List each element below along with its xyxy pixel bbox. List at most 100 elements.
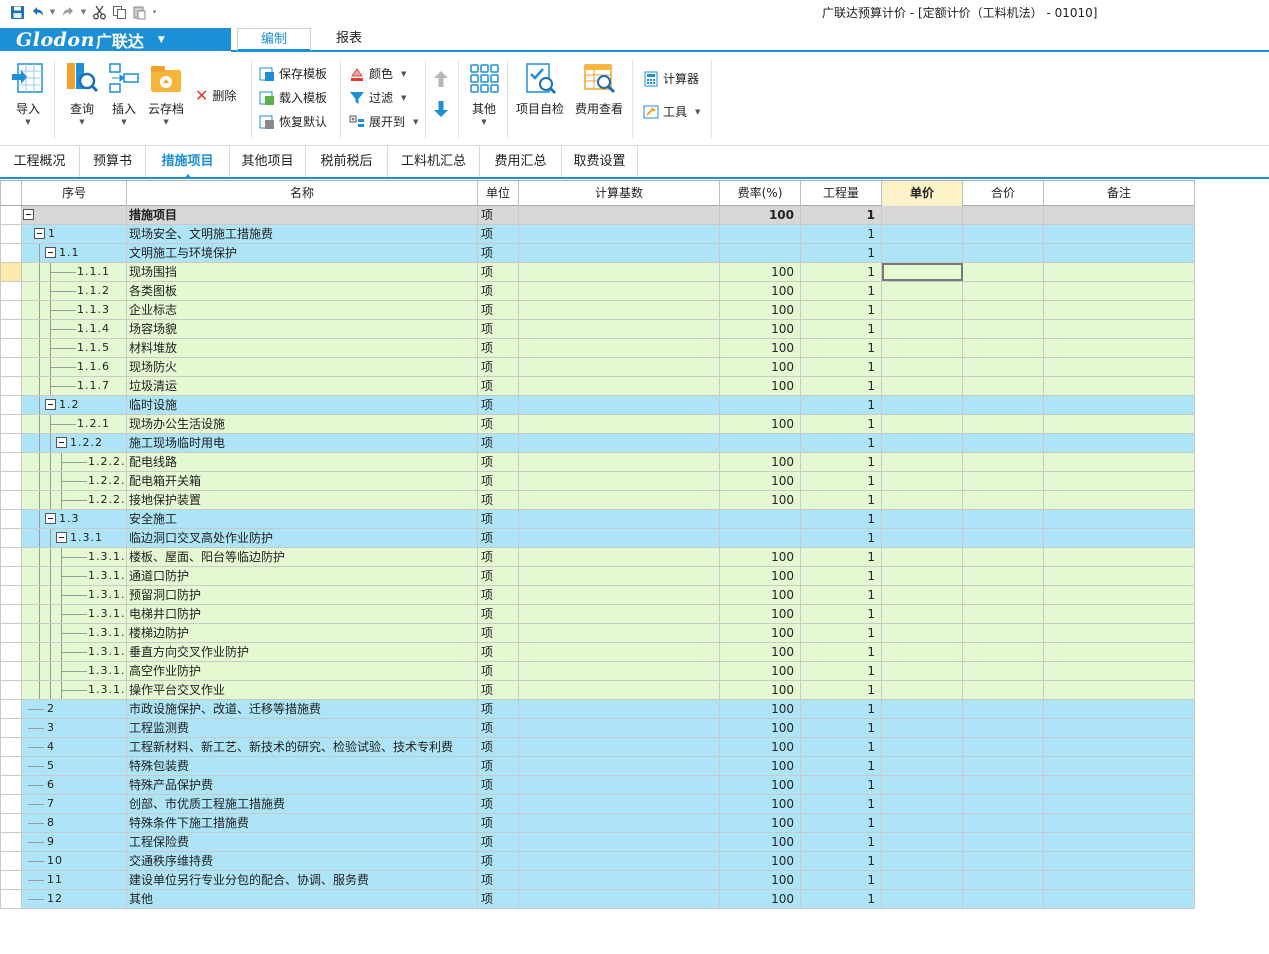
move-down-button[interactable]: [433, 100, 449, 118]
cell-hd[interactable]: [0, 453, 22, 471]
save-icon[interactable]: [8, 3, 26, 21]
cell-rate[interactable]: [720, 529, 801, 547]
cell-unit[interactable]: 项: [478, 377, 519, 395]
cell-unit[interactable]: 项: [478, 301, 519, 319]
cell-rate[interactable]: [720, 225, 801, 243]
cell-total[interactable]: [963, 586, 1044, 604]
cell-base[interactable]: [519, 605, 720, 623]
cell-price[interactable]: [882, 301, 963, 319]
cell-unit[interactable]: 项: [478, 776, 519, 794]
cell-name[interactable]: 楼梯边防护: [127, 624, 478, 642]
table-row[interactable]: 8 特殊条件下施工措施费项 100 1: [0, 814, 1195, 833]
cell-hd[interactable]: [0, 491, 22, 509]
table-row[interactable]: 3 工程监测费项 100 1: [0, 719, 1195, 738]
cell-rate[interactable]: 100: [720, 339, 801, 357]
cell-seq[interactable]: 1.1.3: [22, 301, 127, 319]
cell-qty[interactable]: 1: [801, 548, 882, 566]
cell-hd[interactable]: [0, 719, 22, 737]
cell-price[interactable]: [882, 472, 963, 490]
cell-hd[interactable]: [0, 643, 22, 661]
import-button[interactable]: 导入 ▼: [10, 60, 46, 126]
tools-button[interactable]: 工具 ▼: [643, 103, 700, 120]
cell-base[interactable]: [519, 510, 720, 528]
table-row[interactable]: 1.1 文明施工与环境保护项 1: [0, 244, 1195, 263]
cell-total[interactable]: [963, 567, 1044, 585]
cell-qty[interactable]: 1: [801, 586, 882, 604]
ribbon-tab-report[interactable]: 报表: [321, 28, 377, 50]
cell-note[interactable]: [1044, 738, 1195, 756]
color-button[interactable]: 颜色 ▼: [349, 65, 406, 82]
cell-rate[interactable]: 100: [720, 491, 801, 509]
tab-budget-book[interactable]: 预算书: [80, 146, 146, 177]
cell-price[interactable]: [882, 548, 963, 566]
cell-hd[interactable]: [0, 700, 22, 718]
cell-note[interactable]: [1044, 643, 1195, 661]
collapse-icon[interactable]: [45, 399, 56, 410]
cell-name[interactable]: 现场防火: [127, 358, 478, 376]
cell-seq[interactable]: 4: [22, 738, 127, 756]
cell-name[interactable]: 文明施工与环境保护: [127, 244, 478, 262]
cell-unit[interactable]: 项: [478, 871, 519, 889]
cell-qty[interactable]: 1: [801, 662, 882, 680]
cell-seq[interactable]: 1.2.2.2: [22, 472, 127, 490]
cell-hd[interactable]: [0, 833, 22, 851]
cell-total[interactable]: [963, 833, 1044, 851]
cell-qty[interactable]: 1: [801, 206, 882, 224]
cell-rate[interactable]: [720, 244, 801, 262]
cell-base[interactable]: [519, 700, 720, 718]
cell-base[interactable]: [519, 339, 720, 357]
cell-total[interactable]: [963, 757, 1044, 775]
cell-seq[interactable]: 10: [22, 852, 127, 870]
cell-hd[interactable]: [0, 244, 22, 262]
cell-seq[interactable]: 1.3: [22, 510, 127, 528]
cell-seq[interactable]: 1.1.5: [22, 339, 127, 357]
cell-total[interactable]: [963, 852, 1044, 870]
cell-rate[interactable]: 100: [720, 833, 801, 851]
cell-total[interactable]: [963, 719, 1044, 737]
table-row[interactable]: 1.3.1.8操作平台交叉作业项 1001: [0, 681, 1195, 700]
cell-seq[interactable]: 1.1.4: [22, 320, 127, 338]
cell-price[interactable]: [882, 434, 963, 452]
cell-qty[interactable]: 1: [801, 282, 882, 300]
cell-seq[interactable]: 1: [22, 225, 127, 243]
cell-total[interactable]: [963, 529, 1044, 547]
cell-price[interactable]: [882, 719, 963, 737]
table-row[interactable]: 1.2.2.2配电箱开关箱项 1001: [0, 472, 1195, 491]
cell-total[interactable]: [963, 396, 1044, 414]
cell-unit[interactable]: 项: [478, 624, 519, 642]
tab-project-overview[interactable]: 工程概况: [0, 146, 80, 177]
table-row[interactable]: 1.3.1.4电梯井口防护项 1001: [0, 605, 1195, 624]
cell-qty[interactable]: 1: [801, 890, 882, 908]
cell-qty[interactable]: 1: [801, 491, 882, 509]
cell-name[interactable]: 临边洞口交叉高处作业防护: [127, 529, 478, 547]
header-name[interactable]: 名称: [127, 181, 478, 206]
cell-rate[interactable]: 100: [720, 605, 801, 623]
cell-total[interactable]: [963, 814, 1044, 832]
cell-name[interactable]: 建设单位另行专业分包的配合、协调、服务费: [127, 871, 478, 889]
cell-base[interactable]: [519, 529, 720, 547]
table-row[interactable]: 1.1.6 现场防火项 100 1: [0, 358, 1195, 377]
table-row[interactable]: 1.3.1.2通道口防护项 1001: [0, 567, 1195, 586]
table-row[interactable]: 1.2.2.3接地保护装置项 1001: [0, 491, 1195, 510]
cell-name[interactable]: 楼板、屋面、阳台等临边防护: [127, 548, 478, 566]
move-up-button[interactable]: [433, 70, 449, 88]
cell-total[interactable]: [963, 491, 1044, 509]
cell-unit[interactable]: 项: [478, 700, 519, 718]
cell-rate[interactable]: 100: [720, 719, 801, 737]
cell-unit[interactable]: 项: [478, 567, 519, 585]
table-row[interactable]: 措施项目项 100 1: [0, 206, 1195, 225]
cell-unit[interactable]: 项: [478, 548, 519, 566]
cell-base[interactable]: [519, 225, 720, 243]
cell-price[interactable]: [882, 814, 963, 832]
cell-rate[interactable]: 100: [720, 662, 801, 680]
cell-rate[interactable]: [720, 434, 801, 452]
cell-name[interactable]: 市政设施保护、改道、迁移等措施费: [127, 700, 478, 718]
cell-hd[interactable]: [0, 282, 22, 300]
cell-note[interactable]: [1044, 282, 1195, 300]
cell-base[interactable]: [519, 795, 720, 813]
cell-total[interactable]: [963, 358, 1044, 376]
cell-rate[interactable]: 100: [720, 548, 801, 566]
table-row[interactable]: 1.1.2 各类图板项 100 1: [0, 282, 1195, 301]
header-corner[interactable]: [0, 181, 22, 206]
cell-note[interactable]: [1044, 586, 1195, 604]
